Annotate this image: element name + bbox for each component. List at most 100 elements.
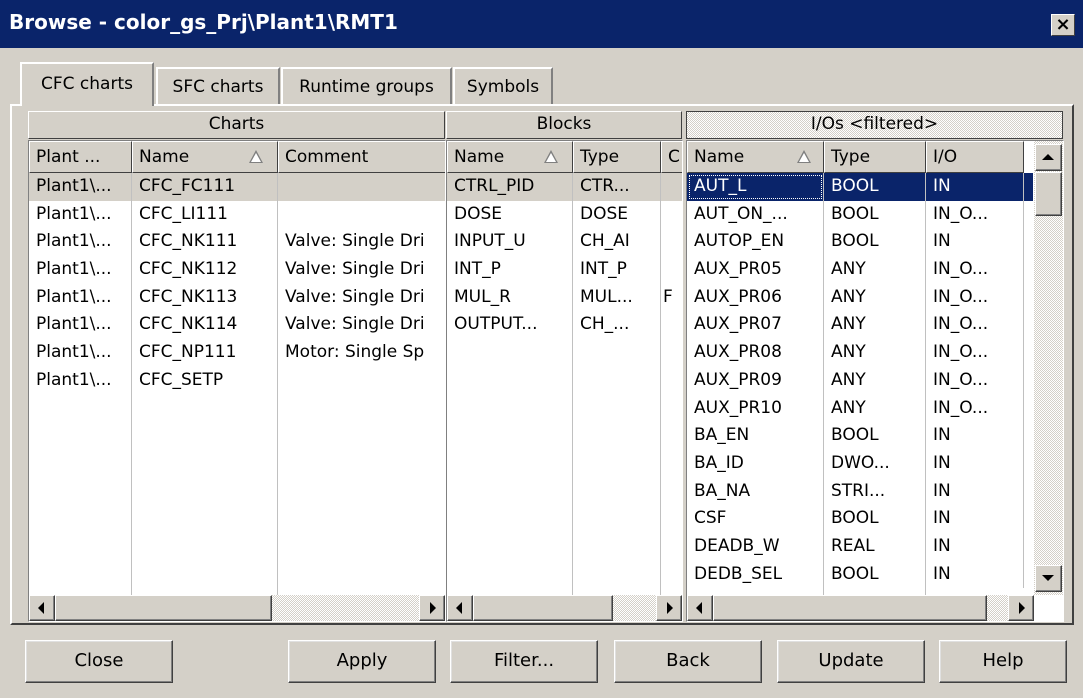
scroll-right-button[interactable] <box>419 595 445 621</box>
charts-col-comment[interactable]: Comment <box>278 141 445 173</box>
blocks-col-type[interactable]: Type <box>573 141 661 173</box>
filter-button[interactable]: Filter... <box>450 640 598 683</box>
blocks-list: Name Type C CTRL_PID CTR... DOSE DOSE IN… <box>446 140 683 622</box>
charts-col-plant[interactable]: Plant ... <box>29 141 132 173</box>
table-row[interactable]: INT_P INT_P <box>447 256 682 284</box>
table-row[interactable]: Plant1\... CFC_NP111 Motor: Single Sp <box>29 339 445 367</box>
scroll-right-button[interactable] <box>656 595 682 621</box>
tab-cfc-charts[interactable]: CFC charts <box>20 62 154 106</box>
table-row[interactable]: OUTPUT... CH_... <box>447 311 682 340</box>
cell-type: ANY <box>824 339 926 367</box>
cell-type: DOSE <box>573 200 661 229</box>
arrow-left-icon <box>456 602 462 614</box>
back-button[interactable]: Back <box>614 640 762 683</box>
cell-name: CFC_NK113 <box>132 283 278 312</box>
cell-io: IN <box>926 449 1024 478</box>
arrow-right-icon <box>430 602 436 614</box>
arrow-right-icon <box>667 602 673 614</box>
table-row[interactable]: AUX_PR05 ANY IN_O... <box>687 256 1033 284</box>
table-row[interactable]: AUX_PR08 ANY IN_O... <box>687 339 1033 367</box>
table-row[interactable]: BA_EN BOOL IN <box>687 422 1033 450</box>
column-label: Name <box>454 147 505 167</box>
close-window-button[interactable]: × <box>1051 14 1075 36</box>
update-button[interactable]: Update <box>777 640 925 683</box>
cell-type: INT_P <box>573 256 661 284</box>
table-row[interactable]: AUT_ON_... BOOL IN_O... <box>687 200 1033 229</box>
blocks-col-name[interactable]: Name <box>447 141 573 173</box>
cell-io: IN_O... <box>926 311 1024 340</box>
scroll-thumb[interactable] <box>473 595 613 621</box>
cell-type: ANY <box>824 366 926 395</box>
cell-type: BOOL <box>824 505 926 533</box>
scroll-left-button[interactable] <box>687 595 713 621</box>
button-label: Help <box>982 650 1024 671</box>
charts-col-name[interactable]: Name <box>132 141 278 173</box>
table-row[interactable]: AUX_PR09 ANY IN_O... <box>687 366 1033 395</box>
cell-io: IN_O... <box>926 394 1024 423</box>
ios-vscrollbar[interactable] <box>1034 141 1063 595</box>
blocks-hscrollbar[interactable] <box>447 595 682 621</box>
tab-symbols[interactable]: Symbols <box>453 67 553 105</box>
table-row[interactable]: DOSE DOSE <box>447 200 682 229</box>
table-row[interactable]: AUX_PR06 ANY IN_O... <box>687 283 1033 312</box>
cell-plant: Plant1\... <box>29 228 132 257</box>
ios-list: Name Type I/O AUT_L BOOL IN AUT_ON_... B… <box>686 140 1064 622</box>
table-row[interactable]: Plant1\... CFC_LI111 <box>29 200 445 229</box>
tab-runtime-groups[interactable]: Runtime groups <box>281 67 452 105</box>
arrow-left-icon <box>38 602 44 614</box>
table-row[interactable]: AUX_PR10 ANY IN_O... <box>687 394 1033 423</box>
cell-io: IN <box>926 173 1024 201</box>
charts-hscrollbar[interactable] <box>29 595 445 621</box>
ios-col-name[interactable]: Name <box>687 141 824 173</box>
scroll-thumb[interactable] <box>713 595 987 621</box>
cell-name: CTRL_PID <box>447 173 573 201</box>
table-row[interactable]: BA_ID DWO... IN <box>687 449 1033 478</box>
cell-c <box>661 201 682 229</box>
ios-col-type[interactable]: Type <box>824 141 926 173</box>
table-row[interactable]: BA_NA STRI... IN <box>687 477 1033 506</box>
column-label: Plant ... <box>36 147 101 167</box>
close-button[interactable]: Close <box>25 640 173 683</box>
table-row[interactable]: Plant1\... CFC_NK112 Valve: Single Dri <box>29 256 445 284</box>
table-row[interactable]: Plant1\... CFC_NK114 Valve: Single Dri <box>29 311 445 340</box>
scroll-thumb[interactable] <box>55 595 272 621</box>
tab-sfc-charts[interactable]: SFC charts <box>156 67 280 105</box>
ios-hscrollbar[interactable] <box>687 595 1034 621</box>
cell-type: CH_... <box>573 311 661 340</box>
help-button[interactable]: Help <box>939 640 1067 683</box>
scroll-left-button[interactable] <box>447 595 473 621</box>
scroll-up-button[interactable] <box>1035 144 1062 171</box>
scroll-right-button[interactable] <box>1008 595 1034 621</box>
cell-name: CFC_LI111 <box>132 200 278 229</box>
scroll-left-button[interactable] <box>29 595 55 621</box>
scroll-thumb[interactable] <box>1035 172 1062 216</box>
table-row[interactable]: Plant1\... CFC_SETP <box>29 366 445 395</box>
table-row[interactable]: AUTOP_EN BOOL IN <box>687 228 1033 257</box>
cell-c <box>661 311 682 339</box>
blocks-rows: CTRL_PID CTR... DOSE DOSE INPUT_U CH_AI … <box>447 173 682 340</box>
table-row[interactable]: INPUT_U CH_AI <box>447 228 682 257</box>
table-row[interactable]: DEADB_W REAL IN <box>687 532 1033 561</box>
table-row[interactable]: DEDB_SEL BOOL IN <box>687 560 1033 589</box>
cell-io: IN <box>926 422 1024 450</box>
blocks-col-c[interactable]: C <box>661 141 682 173</box>
scroll-down-button[interactable] <box>1035 565 1062 592</box>
cell-c <box>661 228 682 256</box>
ios-group-header: I/Os <filtered> <box>686 111 1063 139</box>
cell-name: CFC_SETP <box>132 366 278 395</box>
table-row[interactable]: CSF BOOL IN <box>687 505 1033 533</box>
table-row[interactable]: Plant1\... CFC_NK113 Valve: Single Dri <box>29 283 445 312</box>
table-row[interactable]: AUX_PR07 ANY IN_O... <box>687 311 1033 340</box>
apply-button[interactable]: Apply <box>288 640 436 683</box>
cell-name: MUL_R <box>447 283 573 312</box>
cell-io: IN_O... <box>926 256 1024 284</box>
cell-comment <box>278 173 445 201</box>
table-row[interactable]: AUT_L BOOL IN <box>687 173 1033 201</box>
table-row[interactable]: MUL_R MUL... F <box>447 283 682 312</box>
table-row[interactable]: Plant1\... CFC_NK111 Valve: Single Dri <box>29 228 445 257</box>
cell-plant: Plant1\... <box>29 256 132 284</box>
table-row[interactable]: Plant1\... CFC_FC111 <box>29 173 445 201</box>
ios-col-io[interactable]: I/O <box>926 141 1024 173</box>
charts-list: Plant ... Name Comment Plant1\... CFC_FC… <box>28 140 446 622</box>
table-row[interactable]: CTRL_PID CTR... <box>447 173 682 201</box>
